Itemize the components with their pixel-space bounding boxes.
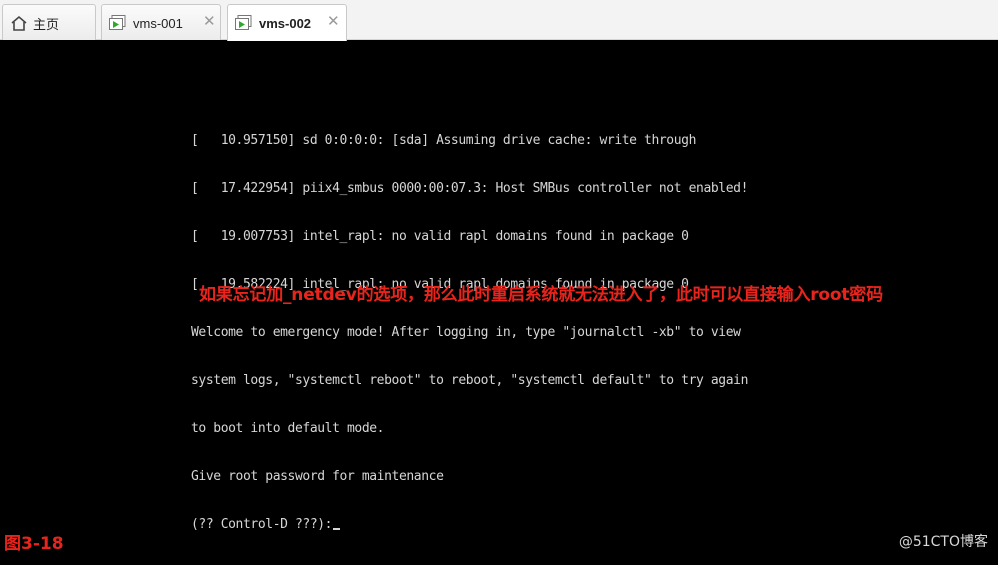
vm-icon <box>109 15 126 30</box>
console-line: Welcome to emergency mode! After logging… <box>191 325 741 340</box>
close-icon[interactable]: ✕ <box>327 14 340 29</box>
annotation-text: 如果忘记加_netdev的选项，那么此时重启系统就无法进入了，此时可以直接输入r… <box>199 285 883 305</box>
figure-label: 图3-18 <box>4 534 64 554</box>
tab-vms-001[interactable]: vms-001 ✕ <box>101 4 221 40</box>
close-icon[interactable]: ✕ <box>203 14 216 29</box>
console-line: system logs, "systemctl reboot" to reboo… <box>191 373 748 388</box>
tab-label: vms-001 <box>133 16 183 31</box>
console-prompt-line[interactable]: (?? Control-D ???): <box>191 517 748 533</box>
tab-label: vms-002 <box>259 16 312 31</box>
console-line: [ 19.007753] intel_rapl: no valid rapl d… <box>191 229 689 244</box>
console-line: Give root password for maintenance <box>191 469 444 484</box>
console-line: [ 17.422954] piix4_smbus 0000:00:07.3: H… <box>191 181 748 196</box>
watermark: @51CTO博客 <box>898 534 988 550</box>
text-cursor <box>333 528 341 530</box>
console-output: [ 10.957150] sd 0:0:0:0: [sda] Assuming … <box>191 101 748 565</box>
console-prompt: (?? Control-D ???): <box>191 517 333 532</box>
console-line: [ 10.957150] sd 0:0:0:0: [sda] Assuming … <box>191 133 697 148</box>
tab-vms-002[interactable]: vms-002 ✕ <box>227 4 347 41</box>
tab-home[interactable]: 主页 <box>2 4 96 40</box>
console-line: to boot into default mode. <box>191 421 385 436</box>
vm-icon <box>235 15 252 30</box>
tab-bar: 主页 vms-001 ✕ vms-002 ✕ <box>0 0 998 41</box>
home-icon <box>11 15 27 31</box>
tab-label: 主页 <box>33 17 60 32</box>
